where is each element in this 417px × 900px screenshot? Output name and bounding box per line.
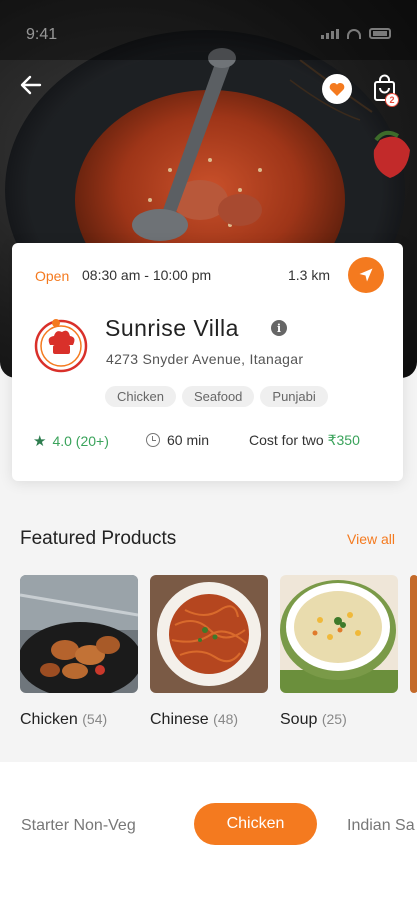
category-tab-starter-non-veg[interactable]: Starter Non-Veg — [21, 817, 136, 835]
product-count: (54) — [82, 711, 108, 727]
clock-icon — [146, 433, 160, 447]
opening-hours: 08:30 am - 10:00 pm — [82, 267, 212, 283]
cuisine-tags: Chicken Seafood Punjabi — [105, 386, 328, 407]
navigation-icon — [359, 268, 373, 282]
product-card-partial[interactable] — [410, 575, 417, 693]
cuisine-tag: Chicken — [105, 386, 176, 407]
product-name: Chicken — [20, 711, 78, 728]
product-label: Chinese (48) — [150, 711, 238, 729]
product-name: Chinese — [150, 711, 209, 728]
product-image — [150, 575, 268, 693]
product-card-chinese[interactable] — [150, 575, 268, 693]
info-icon[interactable]: i — [271, 320, 287, 336]
product-label: Soup (25) — [280, 711, 347, 729]
product-name: Soup — [280, 711, 318, 728]
category-tab-chicken[interactable]: Chicken — [194, 803, 317, 845]
restaurant-logo — [34, 319, 88, 373]
rating-value: 4.0 (20+) — [52, 433, 109, 449]
product-count: (25) — [321, 711, 347, 727]
star-icon: ★ — [33, 433, 47, 450]
cost-for-two: Cost for two ₹350 — [249, 432, 360, 449]
cuisine-tag: Seafood — [181, 386, 255, 407]
delivery-time-value: 60 min — [167, 432, 210, 448]
status-time: 9:41 — [26, 26, 58, 43]
cart-badge: 2 — [385, 93, 399, 107]
cost-value: ₹350 — [327, 432, 360, 448]
back-button[interactable] — [18, 72, 50, 104]
product-image — [280, 575, 398, 693]
heart-icon — [329, 82, 345, 96]
open-status: Open — [35, 268, 70, 284]
section-title: Featured Products — [20, 528, 177, 549]
restaurant-card: Open 08:30 am - 10:00 pm 1.3 km Sunrise … — [12, 243, 403, 481]
product-label: Chicken (54) — [20, 711, 107, 729]
battery-icon — [369, 28, 391, 39]
favorite-button[interactable] — [322, 74, 352, 104]
rating: ★ 4.0 (20+) — [33, 432, 109, 450]
view-all-link[interactable]: View all — [347, 531, 395, 547]
wifi-icon — [347, 28, 361, 39]
cuisine-tag: Punjabi — [260, 386, 328, 407]
status-icons — [321, 28, 391, 39]
delivery-time: 60 min — [146, 432, 209, 448]
category-tabs: Starter Non-Veg Chicken Indian Sa — [0, 762, 417, 900]
navigate-button[interactable] — [348, 257, 384, 293]
product-image — [20, 575, 138, 693]
distance: 1.3 km — [288, 267, 331, 283]
product-card-chicken[interactable] — [20, 575, 138, 693]
category-tab-indian[interactable]: Indian Sa — [347, 817, 415, 835]
restaurant-address: 4273 Snyder Avenue, Itanagar — [106, 351, 304, 367]
product-card-soup[interactable] — [280, 575, 398, 693]
product-count: (48) — [213, 711, 239, 727]
signal-icon — [321, 28, 339, 39]
cost-label: Cost for two — [249, 432, 324, 448]
restaurant-name: Sunrise Villa — [105, 315, 239, 341]
arrow-left-icon — [20, 75, 42, 95]
